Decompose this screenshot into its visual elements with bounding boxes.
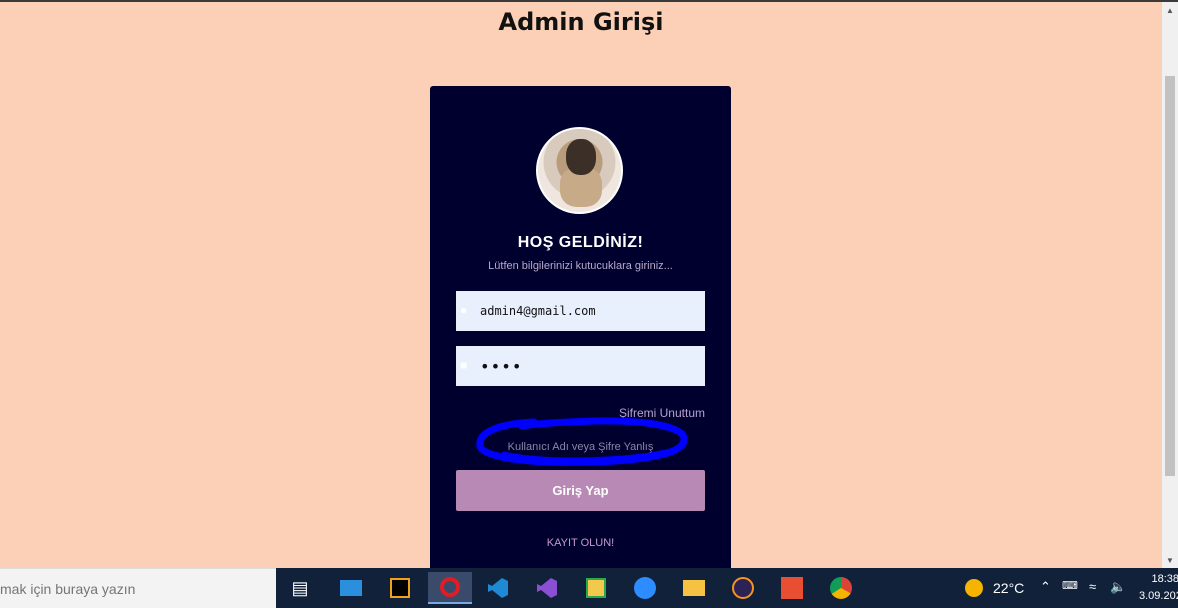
task-view-icon[interactable]: ▤ <box>283 572 317 604</box>
git-icon[interactable] <box>775 572 809 604</box>
welcome-heading: HOŞ GELDİNİZ! <box>517 234 644 251</box>
scroll-down-arrow-icon[interactable]: ▼ <box>1162 554 1178 568</box>
opera-icon[interactable] <box>428 572 472 604</box>
page-content: Admin Girişi HOŞ GELDİNİZ! Lütfen bilgil… <box>0 2 1162 568</box>
snipping-tool-icon[interactable] <box>579 572 613 604</box>
taskbar-search-input[interactable] <box>0 569 270 608</box>
chrome-icon[interactable] <box>824 572 858 604</box>
visual-studio-icon[interactable] <box>530 572 564 604</box>
login-button[interactable]: Giriş Yap <box>456 470 705 511</box>
password-input[interactable] <box>480 346 700 386</box>
system-clock[interactable]: 18:38 3.09.202 <box>1139 571 1178 605</box>
page-title: Admin Girişi <box>498 8 664 36</box>
input-method-icon[interactable]: ⌨ <box>1062 579 1078 592</box>
welcome-subtitle: Lütfen bilgilerinizi kutucuklara giriniz… <box>488 260 673 272</box>
lock-icon: ■ <box>460 358 468 372</box>
scroll-thumb[interactable] <box>1165 76 1175 476</box>
eclipse-icon[interactable] <box>726 572 760 604</box>
clock-time: 18:38 <box>1151 573 1178 585</box>
scroll-up-arrow-icon[interactable]: ▲ <box>1162 4 1178 18</box>
register-link[interactable]: KAYIT OLUN! <box>430 537 731 549</box>
email-input[interactable] <box>480 291 700 331</box>
email-field[interactable]: ● <box>456 291 705 331</box>
vertical-scrollbar[interactable]: ▲ ▼ <box>1162 2 1178 568</box>
taskbar-search[interactable] <box>0 568 276 608</box>
login-card: HOŞ GELDİNİZ! Lütfen bilgilerinizi kutuc… <box>430 86 731 568</box>
wifi-icon[interactable]: ≈ <box>1089 579 1096 594</box>
error-message: Kullanıcı Adı veya Şifre Yanlış <box>507 441 654 453</box>
intellij-icon[interactable] <box>383 572 417 604</box>
avatar <box>536 127 623 214</box>
weather-sun-icon[interactable] <box>965 579 983 597</box>
zoom-icon[interactable] <box>628 572 662 604</box>
speaker-icon[interactable]: 🔈 <box>1110 579 1126 595</box>
chevron-up-icon[interactable]: ⌃ <box>1040 579 1051 595</box>
vscode-icon[interactable] <box>481 572 515 604</box>
mail-icon[interactable] <box>334 572 368 604</box>
taskbar: ▤ 22°C ⌃ ⌨ ≈ 🔈 18:38 3.09.202 <box>0 568 1178 608</box>
clock-date: 3.09.202 <box>1139 590 1178 602</box>
avatar-face <box>566 139 596 175</box>
weather-temperature[interactable]: 22°C <box>993 580 1024 596</box>
user-icon: ● <box>460 303 468 317</box>
file-explorer-icon[interactable] <box>677 572 711 604</box>
password-field[interactable]: ■ <box>456 346 705 386</box>
